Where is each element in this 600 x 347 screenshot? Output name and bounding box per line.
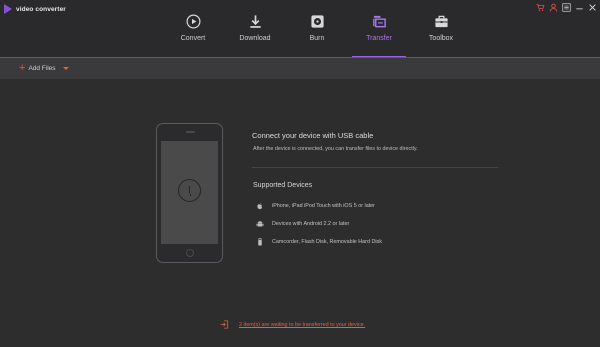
supported-device-android: Devices with Android 2.2 or later [255, 219, 349, 229]
supported-device-ios: iPhone, iPad iPod Touch with iOS 5 or la… [255, 201, 375, 211]
connect-subtitle: After the device is connected, you can t… [253, 146, 418, 152]
download-icon [247, 13, 263, 29]
device-label: Devices with Android 2.2 or later [272, 221, 350, 227]
device-label: iPhone, iPad iPod Touch with iOS 5 or la… [272, 203, 375, 209]
phone-speaker [186, 131, 195, 133]
phone-illustration [156, 123, 223, 263]
chevron-down-icon[interactable] [63, 67, 69, 70]
phone-home-button [186, 249, 194, 257]
alert-icon [178, 179, 201, 202]
tab-transfer[interactable]: Transfer [348, 13, 410, 57]
tab-download[interactable]: Download [224, 13, 286, 57]
android-icon [255, 219, 265, 229]
app-title: video converter [16, 5, 66, 13]
usb-drive-icon [255, 237, 265, 247]
cart-icon[interactable] [535, 2, 545, 12]
add-files-button[interactable]: + Add Files [19, 62, 56, 74]
tab-burn[interactable]: Burn [286, 13, 348, 57]
add-files-label: Add Files [28, 64, 56, 72]
menu-icon[interactable] [561, 2, 571, 12]
supported-device-storage: Camcorder, Flash Disk, Removable Hard Di… [255, 237, 382, 247]
minimize-icon[interactable] [574, 2, 584, 12]
tab-convert-label: Convert [180, 35, 206, 42]
close-icon[interactable] [587, 2, 597, 12]
connect-title: Connect your device with USB cable [252, 131, 374, 140]
toolbar: + Add Files [0, 58, 600, 79]
app-logo: video converter [4, 4, 66, 14]
transfer-queue-notice: 2 item(s) are waiting to be transferred … [220, 316, 365, 334]
user-icon[interactable] [548, 2, 558, 12]
tab-download-label: Download [239, 35, 271, 42]
tab-toolbox[interactable]: Toolbox [410, 13, 472, 57]
convert-icon [185, 13, 201, 29]
burn-icon [309, 13, 325, 29]
toolbox-icon [433, 13, 449, 29]
play-logo-icon [4, 4, 12, 14]
divider [252, 167, 498, 168]
tab-transfer-label: Transfer [366, 35, 392, 42]
transfer-queue-icon [220, 316, 229, 334]
device-label: Camcorder, Flash Disk, Removable Hard Di… [272, 239, 382, 245]
transfer-icon [371, 13, 387, 29]
tab-toolbox-label: Toolbox [428, 35, 454, 42]
title-bar: video converter Convert Download Burn Tr… [0, 0, 600, 57]
main-nav: Convert Download Burn Transfer Toolbox [162, 13, 472, 57]
supported-devices-title: Supported Devices [253, 182, 313, 189]
plus-icon: + [19, 62, 26, 74]
transfer-queue-link[interactable]: 2 item(s) are waiting to be transferred … [239, 322, 365, 328]
tab-burn-label: Burn [309, 35, 325, 42]
tab-convert[interactable]: Convert [162, 13, 224, 57]
apple-icon [255, 201, 265, 211]
phone-screen [161, 141, 218, 244]
window-controls [535, 2, 597, 12]
